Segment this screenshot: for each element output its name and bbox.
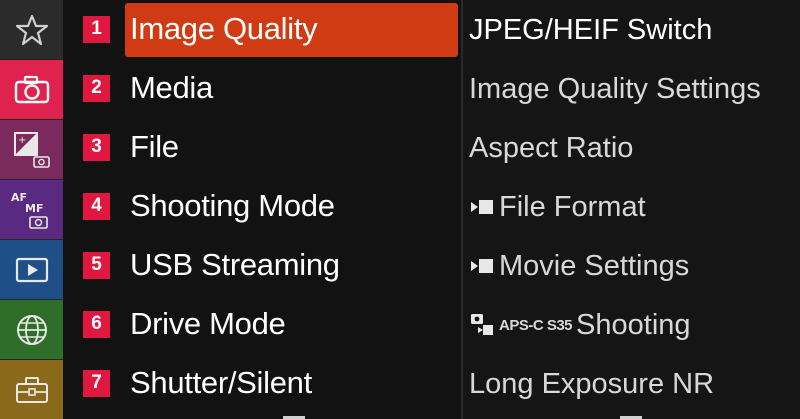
tab-exposure-color[interactable]: + — [0, 120, 63, 179]
mf-label: MF — [25, 202, 43, 215]
menu-item-number: 1 — [83, 15, 110, 43]
menu-item-drive-mode[interactable]: 6 Drive Mode — [63, 295, 461, 353]
af-mf-camera-icon: AF MF — [11, 191, 48, 229]
movie-icon — [471, 259, 493, 273]
submenu-item-label: Movie Settings — [499, 249, 690, 282]
tab-shooting[interactable] — [0, 60, 63, 119]
menu-item-label: Image Quality — [130, 11, 318, 46]
submenu-item-label: Aspect Ratio — [469, 131, 634, 164]
tab-my-menu[interactable] — [0, 0, 63, 59]
menu-item-label: File — [130, 129, 179, 164]
submenu-item-label: Shooting — [576, 308, 691, 341]
menu-item-number: 5 — [83, 251, 110, 279]
menu-item-label: Shooting Mode — [130, 188, 335, 223]
submenu-item-jpeg-heif-switch[interactable]: JPEG/HEIF Switch — [469, 1, 799, 59]
menu-item-shooting-mode[interactable]: 4 Shooting Mode — [63, 177, 461, 235]
submenu-item-label: File Format — [499, 190, 646, 223]
menu-item-label: USB Streaming — [130, 247, 340, 282]
playback-icon — [15, 257, 48, 282]
submenu-item-label: Image Quality Settings — [469, 72, 761, 105]
sidebar-tabs: + AF MF — [0, 0, 63, 419]
menu-item-usb-streaming[interactable]: 5 USB Streaming — [63, 236, 461, 294]
submenu-item-file-format[interactable]: File Format — [469, 178, 799, 236]
tab-playback[interactable] — [0, 240, 63, 299]
tab-setup[interactable] — [0, 360, 63, 419]
globe-icon — [16, 314, 47, 345]
svg-text:+: + — [18, 135, 26, 146]
submenu: JPEG/HEIF Switch Image Quality Settings … — [463, 0, 800, 419]
submenu-item-movie-settings[interactable]: Movie Settings — [469, 237, 799, 295]
menu-item-number: 3 — [83, 133, 110, 161]
submenu-item-label: JPEG/HEIF Switch — [469, 13, 713, 46]
menu-item-file[interactable]: 3 File — [63, 118, 461, 176]
toolbox-icon — [15, 376, 48, 403]
submenu-item-long-exposure-nr[interactable]: Long Exposure NR — [469, 355, 799, 413]
submenu-item-aspect-ratio[interactable]: Aspect Ratio — [469, 119, 799, 177]
camera-icon — [14, 75, 49, 103]
submenu-item-label: Long Exposure NR — [469, 367, 715, 400]
menu-item-label: Drive Mode — [130, 306, 286, 341]
menu-item-label: Media — [130, 70, 213, 105]
menu-item-number: 7 — [83, 369, 110, 397]
main-menu: 1 Image Quality 2 Media 3 File 4 Shootin… — [63, 0, 461, 419]
submenu-item-image-quality-settings[interactable]: Image Quality Settings — [469, 60, 799, 118]
menu-item-number: 4 — [83, 192, 110, 220]
still-movie-icon — [471, 314, 493, 335]
tab-focus[interactable]: AF MF — [0, 180, 63, 239]
exposure-camera-icon: + — [13, 131, 50, 168]
submenu-item-aps-c-s35-shooting[interactable]: APS-C S35 Shooting — [469, 296, 799, 354]
star-icon — [15, 14, 48, 45]
menu-item-shutter-silent[interactable]: 7 Shutter/Silent — [63, 354, 461, 412]
menu-item-number: 2 — [83, 74, 110, 102]
menu-item-label: Shutter/Silent — [130, 365, 312, 400]
movie-icon — [471, 200, 493, 214]
tab-network[interactable] — [0, 300, 63, 359]
menu-item-number: 6 — [83, 310, 110, 338]
aps-c-s35-tag: APS-C S35 — [499, 316, 573, 334]
menu-item-media[interactable]: 2 Media — [63, 59, 461, 117]
menu-item-image-quality[interactable]: 1 Image Quality — [63, 0, 461, 58]
